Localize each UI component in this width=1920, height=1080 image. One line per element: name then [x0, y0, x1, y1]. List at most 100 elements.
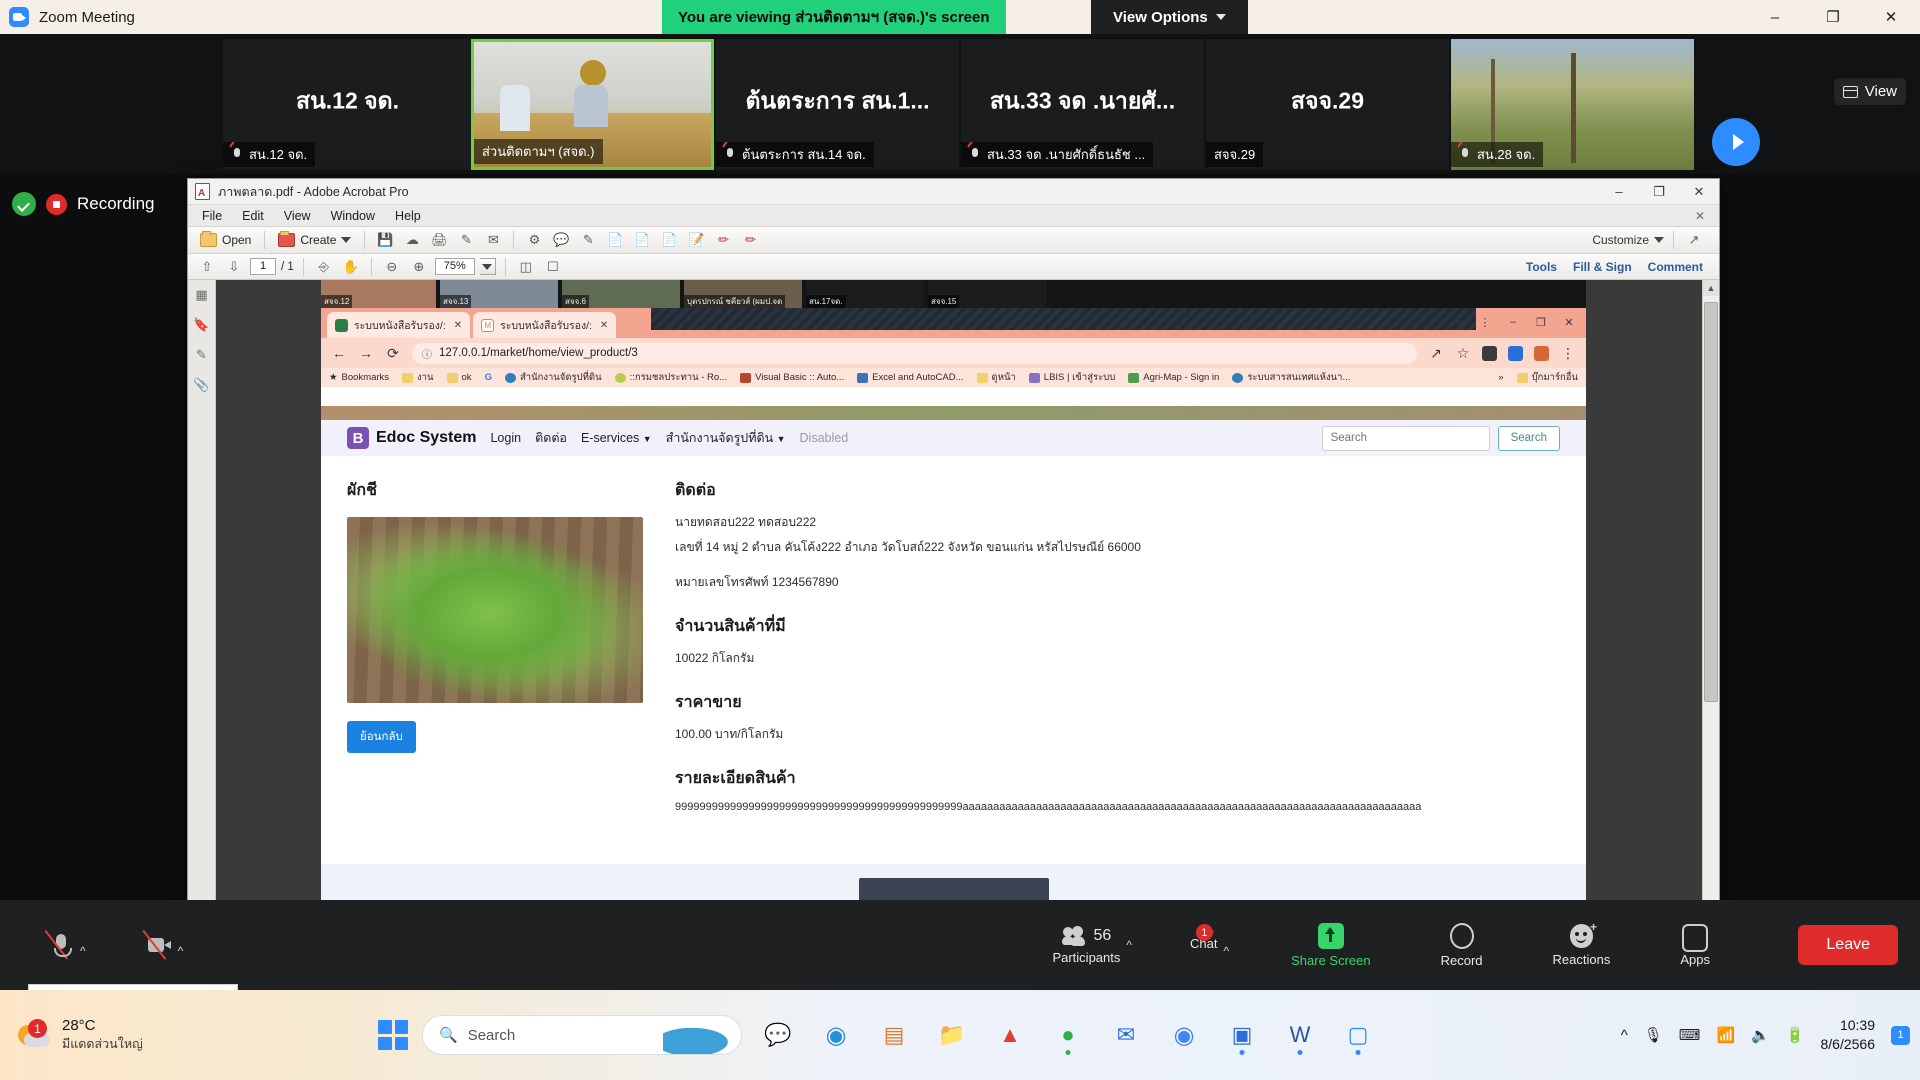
chrome-menu-icon[interactable]: ⋮: [1472, 311, 1498, 333]
highlight-icon[interactable]: ✏: [712, 230, 734, 251]
nav-login[interactable]: Login: [490, 431, 521, 445]
acrobat-minimize-button[interactable]: –: [1599, 179, 1639, 205]
chrome-menu-icon[interactable]: ⋮: [1560, 345, 1576, 362]
close-icon[interactable]: ✕: [454, 320, 462, 331]
participant-tile[interactable]: สน.12 จด. สน.12 จด.: [223, 39, 472, 170]
chrome-maximize-button[interactable]: ❐: [1528, 311, 1554, 333]
page-delete-icon[interactable]: 📄: [604, 230, 626, 251]
new-tab-button[interactable]: +: [1448, 311, 1470, 333]
start-button[interactable]: [378, 1020, 408, 1050]
bookmark-item[interactable]: ::กรมชลประทาน - Ro...: [614, 370, 727, 385]
profile-avatar[interactable]: [1534, 345, 1549, 361]
extension-icon[interactable]: [1482, 345, 1497, 361]
tools-tab[interactable]: Tools: [1526, 260, 1557, 274]
bookmark-item[interactable]: ระบบสารสนเทศแห้งนา...: [1232, 370, 1350, 385]
taskbar-clock[interactable]: 10:39 8/6/2566: [1821, 1016, 1876, 1054]
forward-icon[interactable]: →: [358, 345, 374, 361]
participant-tile[interactable]: สจจ.29 สจจ.29: [1206, 39, 1449, 170]
hand-tool-icon[interactable]: ✋: [340, 256, 362, 277]
comment-tab[interactable]: Comment: [1648, 260, 1703, 274]
scrollbar-thumb[interactable]: [1704, 302, 1718, 702]
bookmarks-root[interactable]: ★ Bookmarks: [329, 372, 389, 383]
view-layout-button[interactable]: View: [1833, 78, 1906, 105]
acrobat-vertical-scrollbar[interactable]: ▲ ▼: [1702, 280, 1719, 952]
bookmark-item[interactable]: สำนักงานจัดรูปที่ดิน: [504, 370, 602, 385]
bookmark-star-icon[interactable]: ☆: [1455, 345, 1471, 362]
page-export-icon[interactable]: 📄: [658, 230, 680, 251]
stop-recording-icon[interactable]: [46, 193, 67, 215]
taskbar-app-acrobat[interactable]: ▣: [1220, 1013, 1264, 1057]
stop-video-button[interactable]: [141, 930, 172, 960]
view-options-button[interactable]: View Options: [1091, 0, 1248, 34]
reactions-button[interactable]: + Reactions: [1553, 920, 1611, 967]
stamp-icon[interactable]: 📝: [685, 230, 707, 251]
audio-options-chevron-icon[interactable]: ^: [80, 944, 86, 958]
nav-contact[interactable]: ติดต่อ: [535, 428, 567, 448]
zoom-in-icon[interactable]: ⊕: [408, 256, 430, 277]
record-button[interactable]: Record: [1441, 922, 1483, 968]
customize-button[interactable]: Customize ↗: [1592, 230, 1711, 251]
taskbar-search[interactable]: 🔍 Search: [422, 1015, 742, 1055]
chrome-close-button[interactable]: ✕: [1556, 311, 1582, 333]
menu-help[interactable]: Help: [395, 209, 421, 223]
reload-icon[interactable]: ⟳: [385, 345, 401, 362]
acrobat-close-button[interactable]: ✕: [1679, 179, 1719, 205]
taskbar-app-zoom[interactable]: ▢: [1336, 1013, 1380, 1057]
zoom-out-icon[interactable]: ⊖: [381, 256, 403, 277]
email-icon[interactable]: ✉: [482, 230, 504, 251]
browser-tab[interactable]: ระบบหนังสือรับรอง/: ✕: [327, 312, 471, 338]
bookmark-item[interactable]: Agri-Map - Sign in: [1128, 372, 1219, 383]
comment-bubble-icon[interactable]: 💬: [550, 230, 572, 251]
encryption-shield-icon[interactable]: [12, 192, 36, 216]
nav-eservices[interactable]: E-services ▼: [581, 431, 652, 445]
zoom-level-input[interactable]: 75%: [434, 258, 475, 275]
zoom-dropdown-button[interactable]: [479, 258, 496, 275]
fit-page-icon[interactable]: ☐: [542, 256, 564, 277]
maximize-button[interactable]: ❐: [1804, 0, 1862, 34]
address-bar[interactable]: ⓘ 127.0.0.1/market/home/view_product/3: [412, 342, 1417, 364]
chat-button[interactable]: 1 Chat: [1190, 924, 1217, 951]
taskbar-app-store[interactable]: ▤: [872, 1013, 916, 1057]
menu-window[interactable]: Window: [331, 209, 375, 223]
close-button[interactable]: ✕: [1862, 0, 1920, 34]
bookmark-item[interactable]: G: [485, 372, 492, 383]
taskbar-app-mail[interactable]: ✉: [1104, 1013, 1148, 1057]
markup-icon[interactable]: ✏: [739, 230, 761, 251]
menu-file[interactable]: File: [202, 209, 222, 223]
notification-badge[interactable]: 1: [1891, 1025, 1910, 1045]
close-icon[interactable]: ✕: [600, 320, 608, 331]
battery-icon[interactable]: 🔋: [1786, 1026, 1805, 1044]
other-bookmarks-button[interactable]: บุ๊กมาร์กอื่น: [1516, 370, 1578, 385]
taskbar-app-edge[interactable]: ◉: [814, 1013, 858, 1057]
share-icon[interactable]: ↗: [1428, 345, 1444, 362]
bookmarks-overflow-button[interactable]: »: [1498, 372, 1503, 383]
network-icon[interactable]: 📶: [1716, 1026, 1735, 1044]
taskbar-app-antivirus[interactable]: ▲: [988, 1013, 1032, 1057]
search-input[interactable]: [1321, 425, 1490, 451]
menu-view[interactable]: View: [284, 209, 311, 223]
volume-icon[interactable]: 🔈: [1751, 1026, 1770, 1044]
leave-button[interactable]: Leave: [1798, 925, 1898, 965]
acrobat-maximize-button[interactable]: ❐: [1639, 179, 1679, 205]
participant-tile[interactable]: สน.33 จด .นายศั... สน.33 จด .นายศักดิ์ธน…: [961, 39, 1204, 170]
attachments-icon[interactable]: 📎: [193, 376, 211, 394]
participant-tile[interactable]: สน.28 จด.: [1451, 39, 1694, 170]
participants-options-chevron-icon[interactable]: ^: [1126, 938, 1132, 952]
bookmark-item[interactable]: ok: [446, 372, 472, 383]
fit-width-icon[interactable]: ◫: [515, 256, 537, 277]
next-page-button[interactable]: [1712, 118, 1760, 166]
page-info-icon[interactable]: ⓘ: [422, 346, 432, 361]
page-info-icon[interactable]: 📄: [631, 230, 653, 251]
back-icon[interactable]: ←: [331, 345, 347, 361]
select-tool-icon[interactable]: ⎆: [313, 256, 335, 277]
upload-cloud-icon[interactable]: ☁: [401, 230, 423, 251]
taskbar-app-line[interactable]: ●: [1046, 1013, 1090, 1057]
chat-options-chevron-icon[interactable]: ^: [1223, 944, 1229, 958]
close-document-button[interactable]: ✕: [1695, 209, 1705, 223]
text-edit-icon[interactable]: ✎: [577, 230, 599, 251]
sign-icon[interactable]: ✎: [455, 230, 477, 251]
bookmark-item[interactable]: งาน: [402, 370, 434, 385]
extension-icon[interactable]: [1508, 345, 1523, 361]
taskbar-app-word[interactable]: W: [1278, 1013, 1322, 1057]
bookmark-item[interactable]: Excel and AutoCAD...: [857, 372, 964, 383]
